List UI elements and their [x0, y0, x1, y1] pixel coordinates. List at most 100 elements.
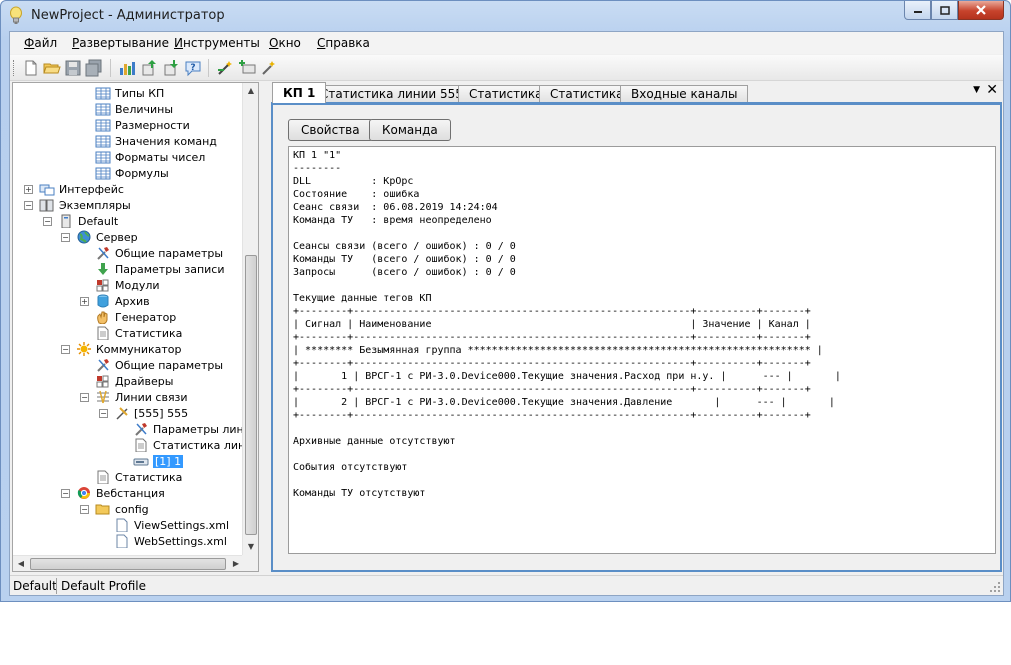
status-bar: Default Default Profile [10, 575, 1003, 595]
tree-node[interactable]: Экземпляры [39, 197, 131, 213]
server-box-icon [58, 214, 74, 229]
tree-node-label: Default [78, 214, 119, 228]
tree-node[interactable]: ViewSettings.xml [114, 517, 229, 533]
tree-node[interactable]: Линии связи [95, 389, 188, 405]
title-bar[interactable]: NewProject - Администратор [1, 1, 1010, 31]
tree-node[interactable]: Общие параметры [95, 357, 223, 373]
open-folder-icon[interactable] [43, 59, 61, 77]
collapse-icon[interactable]: − [80, 393, 89, 402]
collapse-icon[interactable]: − [99, 409, 108, 418]
comm-line-icon [95, 390, 111, 404]
report-line: +--------+------------------------------… [293, 410, 811, 421]
tree-node[interactable]: Сервер [76, 229, 138, 245]
collapse-icon[interactable]: − [61, 233, 70, 242]
chart-icon[interactable] [118, 59, 136, 77]
tree-node[interactable]: Драйверы [95, 373, 173, 389]
tree-node[interactable]: config [95, 501, 149, 517]
settings-tools-icon [133, 422, 149, 436]
save-icon[interactable] [64, 59, 82, 77]
tree-node-label: Драйверы [115, 374, 174, 388]
toolbar-grip[interactable] [13, 60, 16, 76]
scroll-thumb[interactable] [245, 255, 257, 535]
tree-node[interactable]: Параметры линии [133, 421, 258, 437]
size-grip-icon[interactable] [989, 581, 1001, 593]
report-line: DLL : KpOpc [293, 176, 414, 187]
collapse-icon[interactable]: − [61, 345, 70, 354]
report-line: Текущие данные тегов КП [293, 293, 432, 304]
hscroll-thumb[interactable] [30, 558, 226, 570]
tree-node[interactable]: Значения команд [95, 133, 217, 149]
tree-node[interactable]: WebSettings.xml [114, 533, 227, 549]
tree-horizontal-scrollbar[interactable]: ◀ ▶ [13, 555, 244, 571]
help-icon[interactable]: ? [184, 59, 202, 77]
status-separator [56, 578, 57, 594]
menu-help[interactable]: Справка [317, 36, 370, 50]
tree-node[interactable]: Архив [95, 293, 150, 309]
tab-strip: КП 1 Статистика линии 555 Статистика Ста… [262, 82, 1002, 103]
explorer-tree[interactable]: Типы КП Величины Размерности Значения коман… [12, 82, 259, 572]
command-button[interactable]: Команда [369, 119, 451, 141]
tab-line-stats-555[interactable]: Статистика линии 555 [309, 85, 474, 102]
tree-node-label: Значения команд [115, 134, 217, 148]
menu-window[interactable]: Окно [269, 36, 301, 50]
properties-button[interactable]: Свойства [288, 119, 373, 141]
tree-node[interactable]: Типы КП [95, 85, 164, 101]
collapse-icon[interactable]: − [24, 201, 33, 210]
tree-node-label: Интерфейс [59, 182, 124, 196]
tree-node[interactable]: Статистика линии [133, 437, 258, 453]
table-icon [95, 150, 111, 164]
add-line-icon[interactable] [238, 59, 256, 77]
tab-kp1[interactable]: КП 1 [272, 82, 327, 103]
save-all-icon[interactable] [85, 59, 103, 77]
file-icon [114, 534, 130, 549]
minimize-button[interactable] [904, 1, 931, 20]
tab-list-dropdown-icon[interactable]: ▼ [973, 85, 980, 95]
tab-close-icon[interactable]: ✕ [986, 82, 998, 98]
tree-node[interactable]: Параметры записи [95, 261, 225, 277]
tree-vertical-scrollbar[interactable]: ▲ ▼ [242, 83, 258, 555]
download-icon[interactable] [162, 59, 180, 77]
menu-tools[interactable]: Инструменты [174, 36, 260, 50]
tree-node[interactable]: Модули [95, 277, 160, 293]
tree-node[interactable]: Размерности [95, 117, 190, 133]
upload-icon[interactable] [140, 59, 158, 77]
menu-file[interactable]: Файл [24, 36, 57, 50]
close-button[interactable] [958, 1, 1004, 20]
tree-node[interactable]: [555] 555 [114, 405, 188, 421]
tree-node[interactable]: Общие параметры [95, 245, 223, 261]
tree-node[interactable]: [1] 1 [133, 453, 184, 469]
menu-deploy[interactable]: Развертывание [72, 36, 169, 50]
collapse-icon[interactable]: − [61, 489, 70, 498]
expand-icon[interactable]: + [24, 185, 33, 194]
tree-node[interactable]: Форматы чисел [95, 149, 205, 165]
scroll-left-icon[interactable]: ◀ [13, 556, 29, 571]
tab-input-channels[interactable]: Входные каналы [620, 85, 749, 102]
tree-node[interactable]: Интерфейс [39, 181, 124, 197]
tree-node[interactable]: Default [58, 213, 118, 229]
scroll-up-icon[interactable]: ▲ [243, 83, 258, 99]
tree-node[interactable]: Статистика [95, 325, 182, 341]
tree-node[interactable]: Генератор [95, 309, 176, 325]
tree-node[interactable]: Вебстанция [76, 485, 165, 501]
tree-node[interactable]: Коммуникатор [76, 341, 182, 357]
scroll-down-icon[interactable]: ▼ [243, 539, 258, 555]
tree-node-label: Коммуникатор [96, 342, 182, 356]
tree-node-label: Форматы чисел [115, 150, 206, 164]
magic-tool-icon[interactable] [260, 59, 278, 77]
tree-node[interactable]: Статистика [95, 469, 182, 485]
caption-buttons [904, 1, 1004, 20]
expand-icon[interactable]: + [80, 297, 89, 306]
collapse-icon[interactable]: − [80, 505, 89, 514]
report-text[interactable]: КП 1 "1" -------- DLL : KpOpc Состояние : о… [288, 146, 996, 554]
collapse-icon[interactable]: − [43, 217, 52, 226]
maximize-button[interactable] [931, 1, 958, 20]
tree-node[interactable]: Формулы [95, 165, 169, 181]
report-line: | ******** Безымянная группа ***********… [293, 345, 823, 356]
table-icon [95, 134, 111, 148]
report-line: Команды ТУ (всего / ошибок) : 0 / 0 [293, 254, 516, 265]
new-file-icon[interactable] [22, 59, 40, 77]
status-instance: Default [13, 579, 57, 593]
table-icon [95, 166, 111, 180]
wizard-icon[interactable] [216, 59, 234, 77]
tree-node[interactable]: Величины [95, 101, 173, 117]
